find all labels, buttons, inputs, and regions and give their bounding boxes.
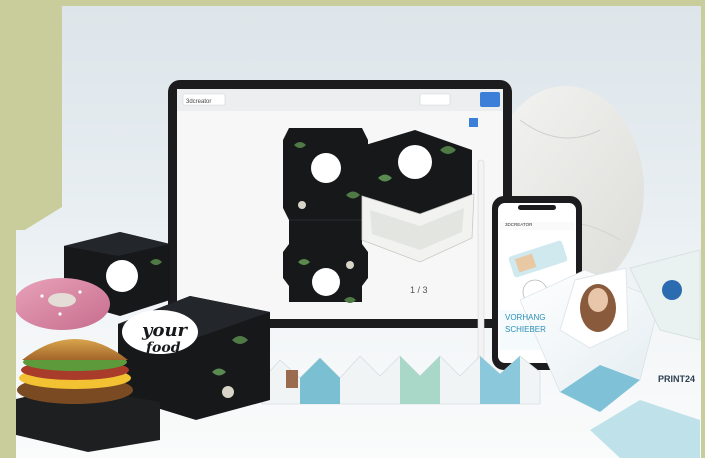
box-3d-preview [361,130,475,263]
phone-banner-2: SCHIEBER [505,325,546,334]
phone-banner-1: VORHANG [505,313,545,322]
phone-header: 3DCREATOR [505,222,533,227]
pagination-label: 1 / 3 [410,285,428,295]
flyer-brand: PRINT24 [658,374,695,384]
tab-label: 3dcreator [186,99,211,105]
donut [14,278,110,330]
olive-frame-left [0,0,16,458]
box-dieline [283,128,368,303]
stylus [477,159,485,361]
scene-artwork: 1 / 3 3dcreator PRINT24 your food 3DCREA… [12,80,701,458]
olive-frame-top [0,0,705,6]
box-brand-line2: food [145,340,181,356]
product-scene: 1 / 3 3dcreator PRINT24 your food 3DCREA… [0,0,705,458]
olive-frame-right [701,0,705,458]
box-brand-line1: your [141,320,189,341]
tablet-device: 1 / 3 3dcreator [168,80,512,328]
